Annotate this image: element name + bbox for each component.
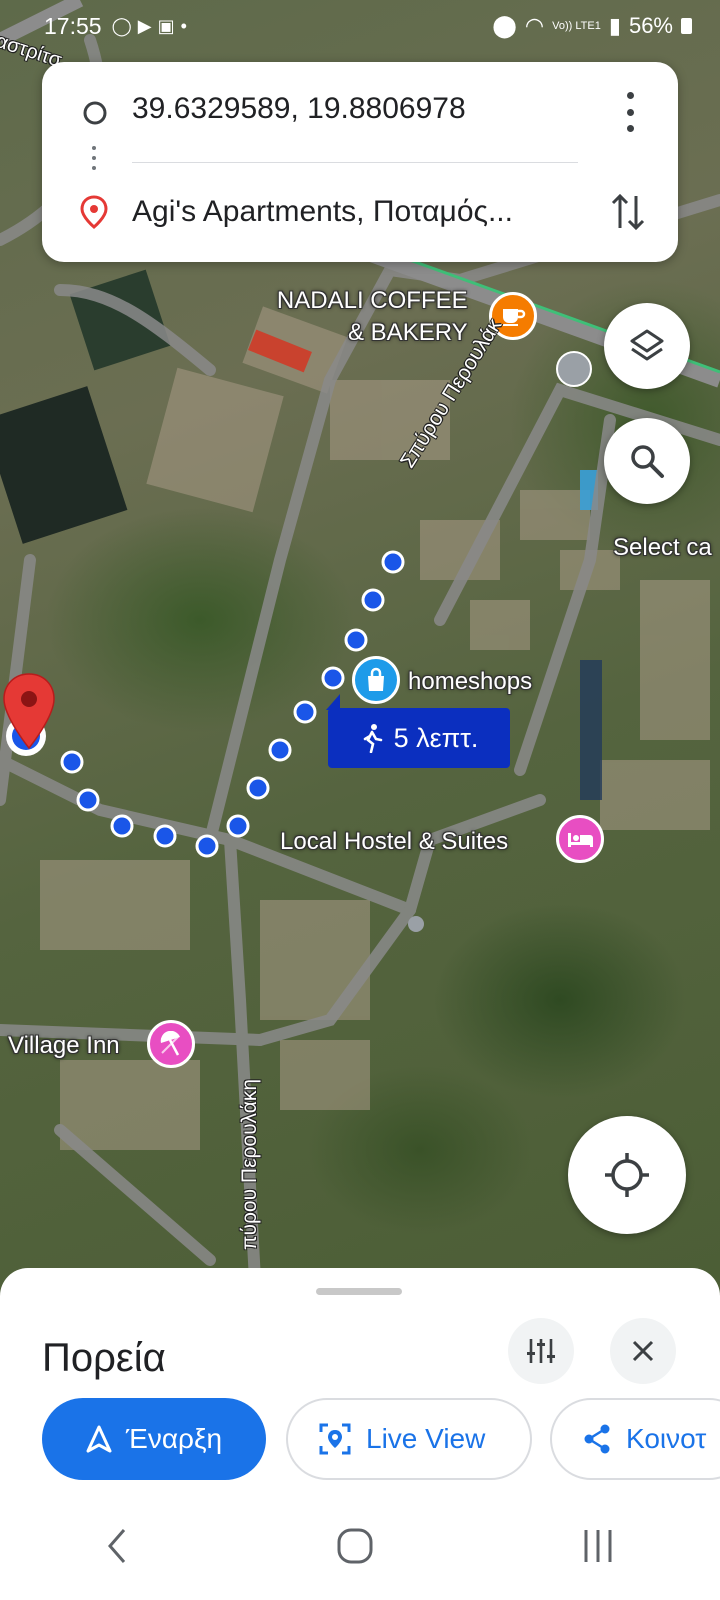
- destination-marker-icon: [80, 195, 108, 229]
- share-button[interactable]: Κοινοτ: [550, 1398, 720, 1480]
- tune-icon: [527, 1339, 555, 1363]
- route-divider: [132, 162, 578, 163]
- poi-homeshops-label[interactable]: homeshops: [408, 668, 532, 696]
- route-card: 39.6329589, 19.8806978 Agi's Apartments,…: [42, 62, 678, 262]
- hotel-icon[interactable]: [556, 815, 604, 863]
- poi-village-inn-label[interactable]: Village Inn: [8, 1032, 120, 1060]
- navigation-icon: [86, 1425, 112, 1453]
- road-label-lower: πύρου Περουλάκη: [238, 1078, 261, 1250]
- search-icon: [631, 445, 664, 478]
- sheet-drag-handle[interactable]: [316, 1288, 402, 1295]
- poi-hostel-label[interactable]: Local Hostel & Suites: [280, 828, 508, 856]
- status-bar: 17:55 ◯ ▶ ▣ • ⬤ ◠ Vo)) LTE1 ▮ 56%: [0, 0, 720, 52]
- more-options-icon[interactable]: [618, 92, 642, 132]
- shopping-bag-icon[interactable]: [352, 656, 400, 704]
- walk-time-badge[interactable]: 5 λεπτ.: [326, 694, 510, 768]
- poi-coffee-line1: NADALI COFFEE: [276, 287, 468, 314]
- status-right: ⬤ ◠ Vo)) LTE1 ▮ 56%: [492, 13, 692, 39]
- beach-umbrella-icon[interactable]: [147, 1020, 195, 1068]
- whatsapp-icon: ◯: [111, 15, 132, 36]
- system-nav-bar: [0, 1492, 720, 1600]
- poi-coffee-line2: & BAKERY: [348, 319, 468, 346]
- home-icon[interactable]: [335, 1526, 375, 1566]
- battery-label: 56%: [628, 13, 673, 38]
- destination-field[interactable]: Agi's Apartments, Ποταμός...: [132, 195, 602, 229]
- destination-pin-icon[interactable]: [2, 672, 56, 752]
- back-icon[interactable]: [102, 1526, 132, 1566]
- network-label: Vo)) LTE1: [552, 19, 601, 32]
- live-view-icon: [319, 1423, 351, 1455]
- location-icon: ⬤: [492, 13, 517, 38]
- share-label: Κοινοτ: [626, 1423, 707, 1454]
- close-icon: [632, 1340, 654, 1362]
- live-view-button[interactable]: Live View: [286, 1398, 532, 1480]
- notification-icons: ◯ ▶ ▣ •: [112, 16, 187, 37]
- close-button[interactable]: [610, 1318, 676, 1384]
- battery-icon: [681, 18, 692, 34]
- signal-icon: ▮: [608, 13, 621, 38]
- wifi-icon: ◠: [524, 13, 545, 38]
- walk-time-label: 5 λεπτ.: [393, 722, 479, 753]
- share-icon: [584, 1424, 610, 1454]
- start-label: Έναρξη: [125, 1423, 223, 1454]
- origin-field[interactable]: 39.6329589, 19.8806978: [132, 92, 602, 126]
- search-button[interactable]: [604, 418, 690, 504]
- walking-icon: [363, 724, 382, 753]
- swap-icon[interactable]: [610, 190, 646, 234]
- poi-coffee-label[interactable]: NADALI COFFEE & BAKERY: [266, 285, 468, 349]
- dot-icon: •: [180, 15, 187, 36]
- status-time: 17:55: [44, 12, 102, 39]
- youtube-icon: ▶: [137, 15, 152, 36]
- start-navigation-button[interactable]: Έναρξη: [42, 1398, 266, 1480]
- layers-icon: [630, 329, 664, 361]
- origin-circle-icon: [83, 101, 107, 125]
- layers-button[interactable]: [604, 303, 690, 389]
- route-options-button[interactable]: [508, 1318, 574, 1384]
- my-location-button[interactable]: [568, 1116, 686, 1234]
- gallery-icon: ▣: [157, 15, 175, 36]
- route-connector: [92, 146, 96, 176]
- recents-icon[interactable]: [578, 1526, 618, 1566]
- live-view-label: Live View: [366, 1423, 486, 1454]
- sheet-title: Πορεία: [42, 1336, 166, 1380]
- my-location-icon: [605, 1153, 649, 1197]
- poi-select-label[interactable]: Select ca: [613, 534, 712, 562]
